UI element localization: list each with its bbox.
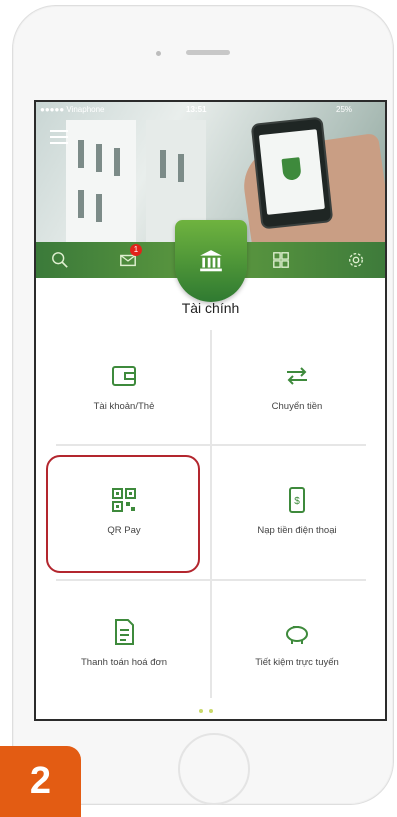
settings-icon bbox=[349, 253, 363, 267]
tab-bank-home[interactable] bbox=[175, 220, 247, 302]
piggy-bank-icon bbox=[286, 626, 308, 644]
tab-search[interactable] bbox=[40, 242, 80, 278]
menu-item-account[interactable]: Tài khoản/Thẻ bbox=[39, 334, 209, 444]
tab-settings[interactable] bbox=[336, 242, 376, 278]
tab-qr[interactable] bbox=[261, 242, 301, 278]
clock: 13:51 bbox=[186, 105, 207, 114]
menu-item-label: Nạp tiền điện thoại bbox=[257, 525, 337, 536]
bank-icon bbox=[200, 250, 222, 272]
carrier-label: ●●●●● Vinaphone bbox=[40, 105, 105, 114]
front-camera bbox=[156, 51, 161, 56]
grid-divider bbox=[56, 579, 366, 581]
bill-icon bbox=[115, 619, 134, 645]
menu-item-phone-topup[interactable]: $ Nạp tiền điện thoại bbox=[212, 458, 382, 568]
qr-pay-highlight bbox=[46, 455, 200, 573]
battery-label: 25% bbox=[336, 105, 353, 114]
svg-text:$: $ bbox=[294, 496, 300, 507]
app-screen: ●●●●● Vinaphone 13:51 25% 1 Tài chính Tà… bbox=[34, 100, 387, 721]
search-icon bbox=[52, 252, 68, 268]
banner-building bbox=[66, 120, 136, 242]
tab-messages[interactable]: 1 bbox=[108, 242, 148, 278]
menu-item-label: Tài khoản/Thẻ bbox=[93, 401, 155, 412]
brand-logo bbox=[281, 157, 302, 181]
earpiece-speaker bbox=[186, 50, 230, 55]
home-button[interactable] bbox=[178, 733, 250, 805]
wallet-icon bbox=[112, 366, 136, 386]
menu-item-bill-payment[interactable]: Thanh toán hoá đơn bbox=[39, 590, 209, 700]
grid-divider bbox=[56, 444, 366, 446]
page-indicator bbox=[196, 700, 216, 718]
transfer-icon bbox=[287, 367, 307, 385]
status-bar: ●●●●● Vinaphone 13:51 25% bbox=[36, 102, 385, 120]
menu-item-online-savings[interactable]: Tiết kiệm trực tuyến bbox=[212, 590, 382, 700]
section-title: Tài chính bbox=[181, 300, 240, 316]
menu-item-label: Tiết kiệm trực tuyến bbox=[255, 657, 339, 668]
menu-item-label: Thanh toán hoá đơn bbox=[81, 657, 167, 668]
qr-grid-icon bbox=[273, 252, 289, 268]
notification-badge: 1 bbox=[130, 244, 142, 256]
hamburger-menu-icon[interactable] bbox=[50, 130, 68, 144]
phone-topup-icon: $ bbox=[289, 487, 305, 513]
menu-item-label: Chuyển tiền bbox=[271, 401, 323, 412]
menu-item-transfer[interactable]: Chuyển tiền bbox=[212, 334, 382, 444]
step-badge: 2 bbox=[0, 746, 81, 817]
banner-phone bbox=[250, 116, 334, 230]
